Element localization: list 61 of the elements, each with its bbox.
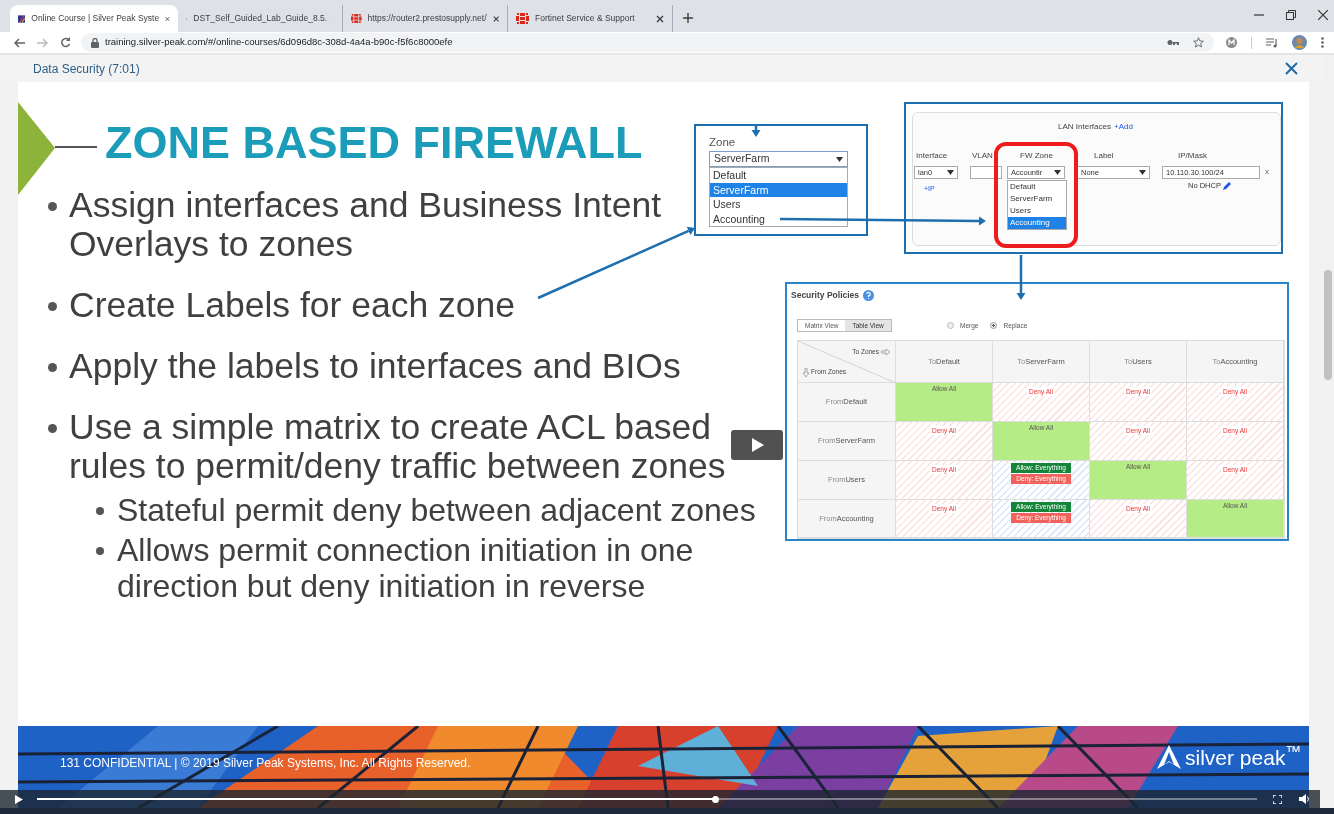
caret-icon [1139,170,1146,175]
dropdown-option[interactable]: Default [1008,181,1066,193]
caret-icon [836,156,843,162]
fullscreen-icon[interactable] [1273,794,1282,804]
dropdown-option[interactable]: ServerFarm [1008,193,1066,205]
brand-icon [18,12,26,25]
browser-tab[interactable]: Online Course | Silver Peak Syste [10,5,178,32]
radio-button[interactable] [947,322,954,330]
caret-icon [947,170,954,175]
back-icon[interactable] [14,37,25,48]
dropdown-option[interactable]: ServerFarm [710,182,847,197]
remove-button[interactable]: x [1265,166,1269,178]
dropdown-option[interactable]: Users [710,197,847,212]
dropdown-option[interactable]: Accounting [710,211,847,226]
zone-select[interactable]: ServerFarm [709,151,848,167]
bullet-text: Stateful permit deny between adjacent zones [117,492,756,528]
modal-title: Data Security (7:01) [33,60,140,78]
new-tab-icon[interactable] [683,13,693,23]
media-icon[interactable] [1266,37,1278,48]
progress-thumb[interactable] [711,795,719,803]
address-bar[interactable]: training.silver-peak.com/#/online-courses/6d096d8c-308d-4a4a-b90c-f5f6c8000efe [81,33,1214,52]
volume-icon[interactable] [1299,794,1310,804]
grid-logo-icon [351,13,362,24]
play-icon[interactable] [15,794,23,804]
help-icon[interactable] [863,289,875,301]
avatar-icon[interactable] [1292,35,1307,50]
dropdown-option[interactable]: Default [710,168,847,183]
section-title: LAN Interfaces [1058,121,1111,133]
menu-icon[interactable] [1321,37,1324,48]
column-label: Interface [916,150,948,162]
key-icon[interactable] [1167,39,1179,46]
column-label: VLAN [972,150,993,162]
column-label: Label [1094,150,1114,162]
column-label: FW Zone [1020,150,1053,162]
column-label: IP/Mask [1178,150,1207,162]
extension-icon[interactable] [1226,37,1237,48]
logo-text: silver peak$^{™}$ [1185,746,1302,770]
caret-icon [1054,170,1061,175]
radio-button[interactable] [990,322,998,330]
arrow-down-icon [803,367,809,377]
slide-title: ZONE BASED FIREWALL [105,118,643,168]
add-link[interactable]: +Add [1114,121,1133,133]
bullet-text: Use a simple matrix to create ACL based rules to permit/deny traffic between zones [69,408,726,486]
field-label: Zone [709,135,736,150]
bullet-text: Assign interfaces and Business Intent Overlays to zones [69,186,662,264]
logo-icon [1156,744,1182,770]
restore-icon[interactable] [1286,10,1296,20]
bullet-text: Allows permit connection initiation in one direction but deny initiation in reverse [117,532,695,604]
bullet-text: Create Labels for each zone [69,286,515,325]
pencil-icon[interactable] [1222,181,1231,190]
grid-logo-icon [516,13,529,24]
dropdown-option[interactable]: Accounting [1008,217,1066,229]
reload-icon[interactable] [60,37,71,48]
play-button[interactable] [731,430,783,460]
section-title: Security Policies [791,289,860,302]
lock-icon[interactable] [91,37,99,48]
dropdown-option[interactable]: Users [1008,205,1066,217]
title-rule [55,146,97,148]
bullet-text: Apply the labels to interfaces and BIOs [69,347,681,386]
arrow-right-icon [881,348,890,355]
star-icon[interactable] [1193,37,1204,48]
